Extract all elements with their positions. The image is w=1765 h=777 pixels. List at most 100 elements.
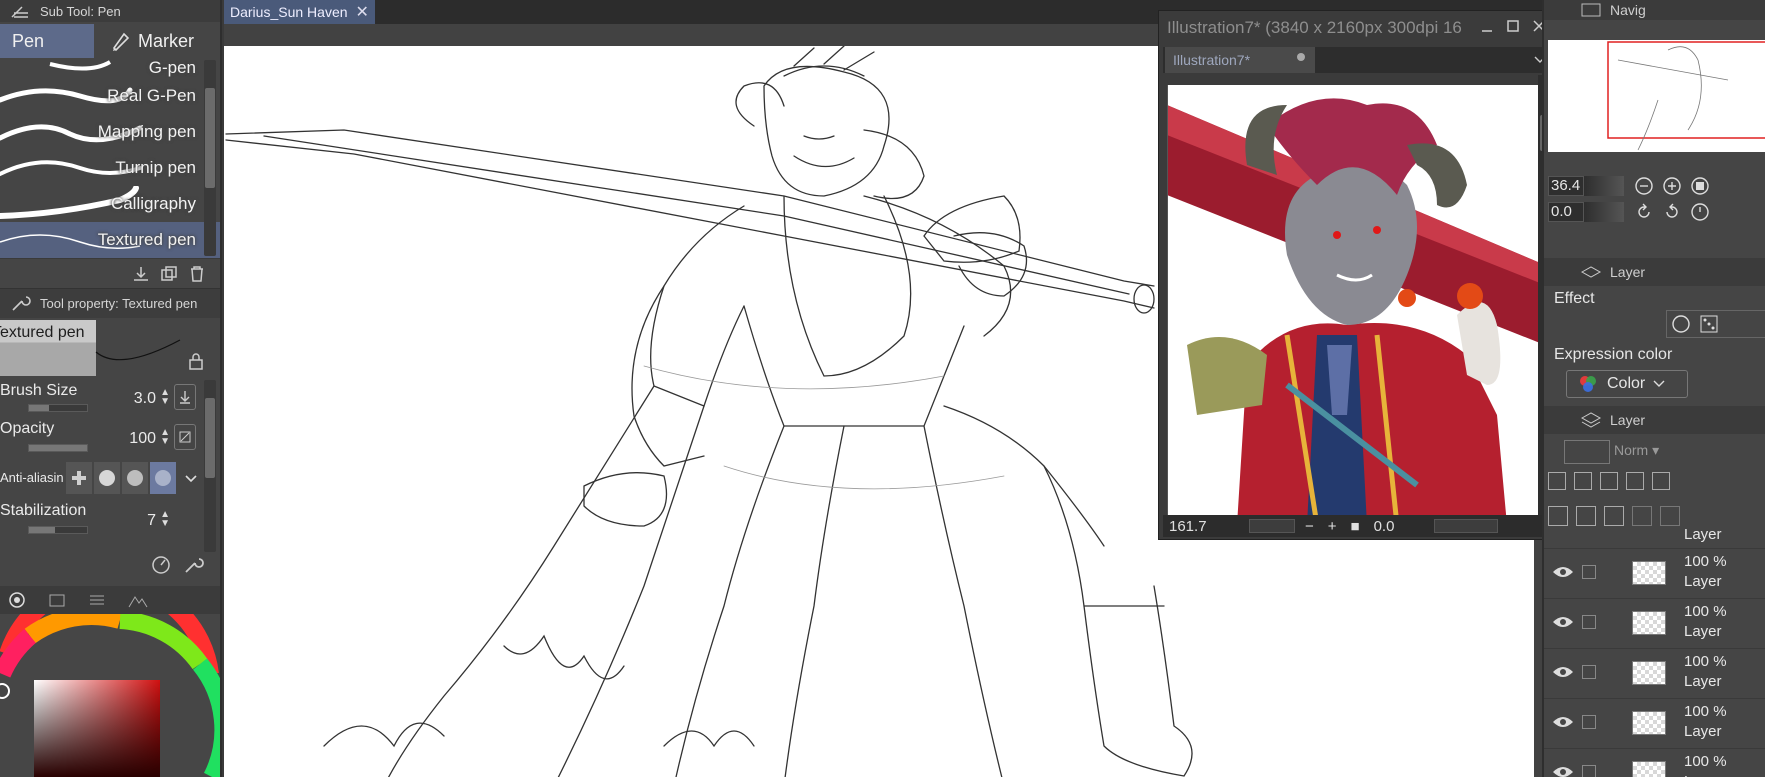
lock-alpha-icon[interactable] <box>1652 472 1670 490</box>
close-icon[interactable]: ✕ <box>356 2 369 22</box>
brush-item-mapping-pen[interactable]: Mapping pen <box>0 114 220 150</box>
layer-name[interactable]: Layer <box>1684 623 1722 640</box>
reset-rotation-icon[interactable] <box>1690 202 1710 222</box>
tool-property-scrollbar[interactable] <box>204 380 216 552</box>
layer-name[interactable]: Layer <box>1684 723 1722 740</box>
layer-name[interactable]: Layer <box>1684 673 1722 690</box>
layer-property-tab-label[interactable]: Layer <box>1610 264 1645 280</box>
reference-icon[interactable] <box>1574 472 1592 490</box>
reference-image[interactable] <box>1167 85 1545 525</box>
layer-select-checkbox[interactable] <box>1582 615 1596 629</box>
expression-color-select[interactable]: Color <box>1566 370 1688 398</box>
merge-down-icon[interactable] <box>1632 506 1652 526</box>
sub-view-rotation-value[interactable]: 0.0 <box>1374 518 1434 535</box>
zoom-in-circle-icon[interactable] <box>1662 176 1682 196</box>
new-vector-layer-icon[interactable] <box>1576 506 1596 526</box>
layer-panel-tab-label[interactable]: Layer <box>1610 412 1645 428</box>
zoom-out-circle-icon[interactable] <box>1634 176 1654 196</box>
opacity-slider[interactable] <box>28 444 88 452</box>
brush-size-pressure-button[interactable] <box>174 384 196 410</box>
color-wheel[interactable] <box>0 573 222 777</box>
fit-icon[interactable]: ■ <box>1351 518 1360 535</box>
antialias-none-option[interactable] <box>66 462 92 494</box>
brush-size-slider[interactable] <box>28 404 88 412</box>
tool-property-scroll-thumb[interactable] <box>205 398 215 478</box>
border-effect-icon[interactable] <box>1671 314 1691 334</box>
new-folder-icon[interactable] <box>1604 506 1624 526</box>
clip-icon[interactable] <box>1548 472 1566 490</box>
tab-marker[interactable]: Marker <box>100 24 204 58</box>
fit-view-icon[interactable] <box>1690 176 1710 196</box>
stabilization-slider[interactable] <box>28 526 88 534</box>
import-icon[interactable] <box>132 265 150 283</box>
layer-select-checkbox[interactable] <box>1582 665 1596 679</box>
sub-view-titlebar[interactable]: Illustration7* (3840 x 2160px 300dpi 16 <box>1159 11 1554 45</box>
eye-icon[interactable] <box>1552 665 1574 679</box>
brush-size-row[interactable]: Brush Size 3.0 ▲ ▼ <box>0 378 220 418</box>
opacity-setting-button[interactable] <box>174 424 196 450</box>
lock-icon[interactable] <box>188 352 204 370</box>
lock-layer-icon[interactable] <box>1626 472 1644 490</box>
color-set-tab-icon[interactable] <box>48 591 66 609</box>
eye-icon[interactable] <box>1552 615 1574 629</box>
eye-icon[interactable] <box>1552 565 1574 579</box>
navigator-zoom-slider[interactable] <box>1584 176 1624 196</box>
layer-row[interactable]: 100 % Layer <box>1544 598 1765 648</box>
brush-item-g-pen[interactable]: G-pen <box>0 60 220 78</box>
layer-row[interactable]: 100 % Layer <box>1544 648 1765 698</box>
layer-select-checkbox[interactable] <box>1582 715 1596 729</box>
zoom-in-icon[interactable]: + <box>1328 518 1337 535</box>
tab-illustration7[interactable]: Illustration7* <box>1165 47 1315 73</box>
brush-list-scrollbar[interactable] <box>204 60 216 256</box>
navigator-thumbnail[interactable] <box>1548 40 1765 152</box>
trash-icon[interactable] <box>188 265 206 283</box>
minimize-icon[interactable] <box>1480 19 1494 33</box>
layer-row-partial[interactable]: Layer <box>1544 526 1765 544</box>
tab-pen[interactable]: Pen <box>0 24 94 58</box>
sub-view-zoom-slider[interactable] <box>1249 519 1295 533</box>
brush-list-scroll-thumb[interactable] <box>205 88 215 188</box>
brush-item-calligraphy[interactable]: Calligraphy <box>0 186 220 222</box>
color-wheel-panel[interactable] <box>0 573 222 777</box>
eye-icon[interactable] <box>1552 715 1574 729</box>
draft-icon[interactable] <box>1600 472 1618 490</box>
brush-item-turnip-pen[interactable]: Turnip pen <box>0 150 220 186</box>
layer-row[interactable]: 100 % Layer <box>1544 698 1765 748</box>
color-slider-tab-icon[interactable] <box>88 591 106 609</box>
brush-size-spinner[interactable]: ▲ ▼ <box>160 388 170 407</box>
layer-color-select[interactable] <box>1564 440 1610 464</box>
layer-row[interactable]: 100 % Layer <box>1544 548 1765 598</box>
layer-select-checkbox[interactable] <box>1582 765 1596 777</box>
navigator-zoom-value[interactable]: 36.4 <box>1548 176 1584 196</box>
duplicate-icon[interactable] <box>160 265 178 283</box>
opacity-spinner[interactable]: ▲ ▼ <box>160 428 170 447</box>
zoom-out-icon[interactable]: − <box>1305 518 1314 535</box>
opacity-row[interactable]: Opacity 100 ▲ ▼ <box>0 418 220 458</box>
dial-icon[interactable] <box>150 554 172 576</box>
stabilization-row[interactable]: Stabilization 7 ▲ ▼ <box>0 500 220 540</box>
antialias-weak-option[interactable] <box>94 462 120 494</box>
layer-name[interactable]: Layer <box>1684 573 1722 590</box>
brush-item-textured-pen[interactable]: Textured pen <box>0 222 220 258</box>
brush-size-value[interactable]: 3.0 <box>134 390 156 408</box>
stabilization-spinner[interactable]: ▲ ▼ <box>160 510 170 529</box>
antialias-medium-option[interactable] <box>122 462 148 494</box>
color-wheel-tab-icon[interactable] <box>8 591 26 609</box>
eye-icon[interactable] <box>1552 765 1574 777</box>
navigator-rotation-value[interactable]: 0.0 <box>1548 202 1584 222</box>
tone-effect-icon[interactable] <box>1699 314 1719 334</box>
brush-item-real-g-pen[interactable]: Real G-Pen <box>0 78 220 114</box>
blend-mode-select[interactable]: Norm ▾ <box>1614 442 1690 464</box>
sub-view-rotation-slider[interactable] <box>1433 519 1498 533</box>
navigator-tab-label[interactable]: Navig <box>1610 2 1646 18</box>
maximize-icon[interactable] <box>1506 19 1520 33</box>
layer-select-checkbox[interactable] <box>1582 565 1596 579</box>
merge-visible-icon[interactable] <box>1660 506 1680 526</box>
opacity-value[interactable]: 100 <box>129 430 156 448</box>
chevron-down-icon[interactable] <box>184 474 198 484</box>
layer-name[interactable]: Layer <box>1684 773 1722 777</box>
mountain-tab-icon[interactable] <box>128 591 148 609</box>
navigator-rotation-slider[interactable] <box>1584 202 1624 222</box>
tab-darius-sun-haven[interactable]: Darius_Sun Haven ✕ <box>224 0 375 24</box>
new-raster-layer-icon[interactable] <box>1548 506 1568 526</box>
